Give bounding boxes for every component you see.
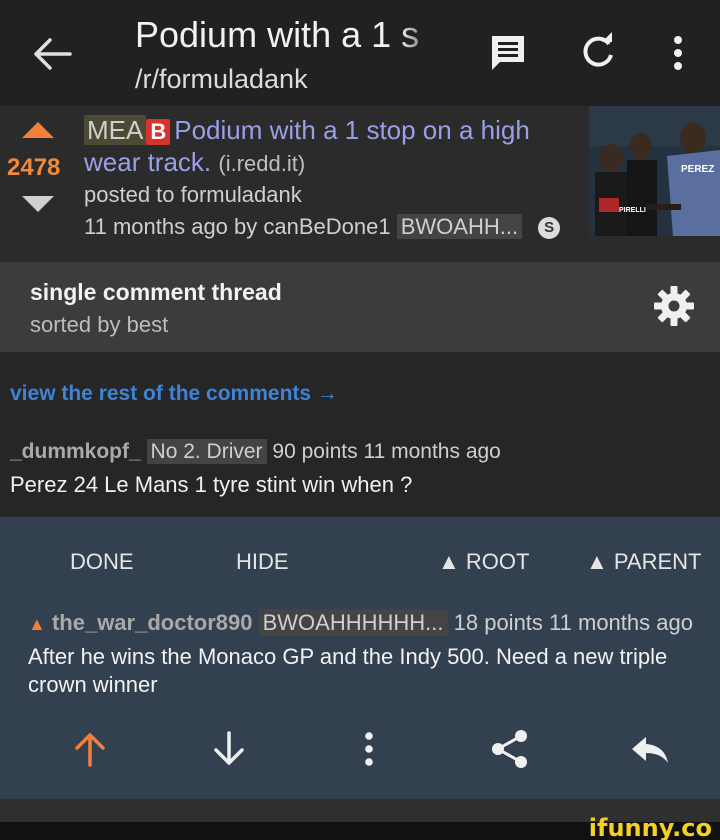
app-bar: Podium with a 1 s /r/formuladank	[0, 0, 720, 106]
comment-icon[interactable]	[486, 30, 530, 76]
post-score: 2478	[7, 154, 61, 181]
footer-bar: ifunny.co	[0, 814, 720, 840]
comment-author[interactable]: _dummkopf_	[10, 440, 141, 463]
thread-sort: sorted by best	[30, 312, 169, 337]
reply-meta: ▲ the_war_doctor890 BWOAHHHHHH... 18 poi…	[28, 609, 693, 636]
downvote-icon[interactable]	[22, 196, 54, 212]
comment-points: 90 points	[272, 440, 358, 463]
s-badge-icon: S	[538, 217, 561, 239]
parent-button[interactable]: ▲ PARENT	[586, 549, 702, 575]
selected-comment-panel: DONE HIDE ▲ ROOT ▲ PARENT ▲ the_war_doct…	[0, 517, 720, 799]
posted-to: posted to formuladank	[84, 182, 302, 207]
thread-title: single comment thread	[30, 279, 282, 305]
user-flair: BWOAHH...	[396, 214, 523, 239]
thread-header: single comment thread sorted by best	[0, 262, 720, 352]
reply-author[interactable]: the_war_doctor890	[52, 610, 253, 635]
refresh-icon[interactable]	[576, 30, 620, 76]
reply-points: 18 points	[453, 610, 543, 635]
reply-author-flair: BWOAHHHHHH...	[258, 609, 448, 636]
downvote-arrow-icon[interactable]	[207, 727, 251, 771]
reply-time: 11 months ago	[549, 610, 693, 635]
back-arrow-icon[interactable]	[30, 34, 74, 74]
post-title[interactable]: MEA B Podium with a 1 stop on a high wear …	[84, 114, 564, 180]
share-icon[interactable]	[488, 727, 532, 771]
comment-time: 11 months ago	[363, 440, 501, 463]
post-domain: (i.redd.it)	[218, 151, 306, 176]
upvote-icon[interactable]	[22, 122, 54, 138]
gear-icon[interactable]	[652, 284, 696, 328]
reply-body: After he wins the Monaco GP and the Indy…	[28, 644, 668, 697]
post-time-author[interactable]: 11 months ago by canBeDone1	[84, 214, 391, 239]
more-vert-icon[interactable]	[656, 30, 700, 76]
subreddit-name[interactable]: /r/formuladank	[135, 64, 308, 95]
comment-meta: _dummkopf_ No 2. Driver 90 points 11 mon…	[10, 439, 501, 464]
reply-icon[interactable]	[628, 727, 672, 771]
done-button[interactable]: DONE	[70, 549, 134, 575]
thumb-text-pirelli: PIRELLI	[619, 207, 646, 214]
thumb-text-perez: PEREZ	[681, 164, 714, 175]
more-options-icon[interactable]	[347, 727, 391, 771]
ifunny-watermark: ifunny.co	[588, 814, 712, 840]
post-flair: MEA	[84, 115, 147, 145]
upvote-arrow-icon[interactable]	[68, 727, 112, 771]
post-meta: 11 months ago by canBeDone1 BWOAHH... S	[84, 214, 561, 240]
app-title: Podium with a 1 s	[135, 14, 440, 56]
view-rest-link[interactable]: view the rest of the comments →	[10, 382, 338, 406]
comment-author-flair: No 2. Driver	[146, 439, 267, 464]
comment-body: Perez 24 Le Mans 1 tyre stint win when ?	[10, 472, 413, 497]
post-header[interactable]: 2478 MEA B Podium with a 1 stop on a high …	[0, 106, 720, 262]
b-badge: B	[146, 119, 171, 145]
post-thumbnail[interactable]: PEREZ PIRELLI	[589, 106, 720, 236]
root-button[interactable]: ▲ ROOT	[438, 549, 529, 575]
reply-upvoted-indicator: ▲	[28, 614, 46, 634]
comments-area: view the rest of the comments → _dummkop…	[0, 352, 720, 822]
hide-button[interactable]: HIDE	[236, 549, 289, 575]
